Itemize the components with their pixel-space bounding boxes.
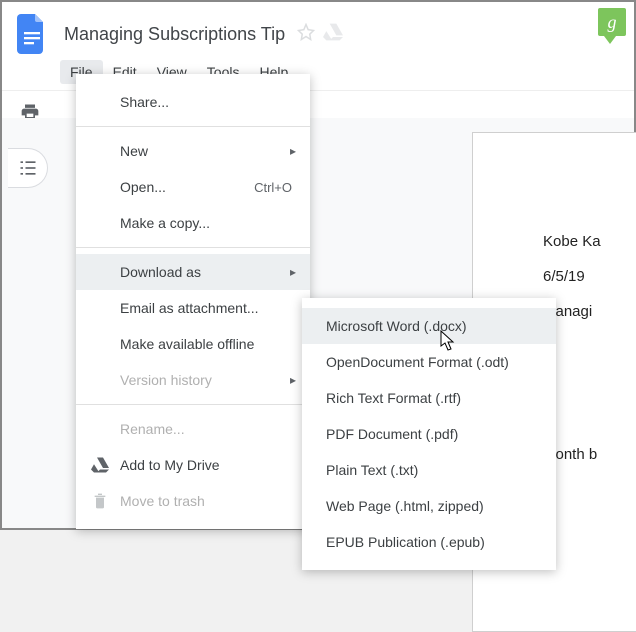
menu-email-attachment[interactable]: Email as attachment...	[76, 290, 310, 326]
page-author: Kobe Ka	[543, 233, 636, 250]
download-pdf[interactable]: PDF Document (.pdf)	[302, 416, 556, 452]
outline-toggle-button[interactable]	[8, 148, 48, 188]
trash-icon	[90, 491, 110, 511]
menu-share[interactable]: Share...	[76, 84, 310, 120]
watermark-badge: g	[598, 8, 626, 44]
menu-download-as[interactable]: Download as	[76, 254, 310, 290]
download-docx[interactable]: Microsoft Word (.docx)	[302, 308, 556, 344]
menu-version-history[interactable]: Version history	[76, 362, 310, 398]
menu-open[interactable]: Open...Ctrl+O	[76, 169, 310, 205]
google-docs-logo[interactable]	[14, 10, 50, 58]
drive-icon	[90, 455, 110, 475]
menu-make-offline[interactable]: Make available offline	[76, 326, 310, 362]
download-as-submenu: Microsoft Word (.docx) OpenDocument Form…	[302, 298, 556, 570]
page-body: month b	[543, 446, 636, 463]
download-epub[interactable]: EPUB Publication (.epub)	[302, 524, 556, 560]
menu-rename[interactable]: Rename...	[76, 411, 310, 447]
star-icon[interactable]	[297, 23, 315, 46]
download-html[interactable]: Web Page (.html, zipped)	[302, 488, 556, 524]
titlebar: Managing Subscriptions Tip	[2, 2, 634, 58]
document-title[interactable]: Managing Subscriptions Tip	[58, 20, 291, 49]
download-txt[interactable]: Plain Text (.txt)	[302, 452, 556, 488]
menu-add-to-drive[interactable]: Add to My Drive	[76, 447, 310, 483]
file-menu-dropdown: Share... New Open...Ctrl+O Make a copy..…	[76, 74, 310, 529]
menu-make-copy[interactable]: Make a copy...	[76, 205, 310, 241]
mouse-cursor-icon	[440, 330, 458, 357]
download-rtf[interactable]: Rich Text Format (.rtf)	[302, 380, 556, 416]
menu-new[interactable]: New	[76, 133, 310, 169]
shortcut-label: Ctrl+O	[254, 180, 292, 195]
page-date: 6/5/19	[543, 268, 636, 285]
page-subject: Managi	[543, 303, 636, 320]
download-odt[interactable]: OpenDocument Format (.odt)	[302, 344, 556, 380]
menu-move-to-trash[interactable]: Move to trash	[76, 483, 310, 519]
move-to-drive-icon[interactable]	[323, 23, 343, 46]
